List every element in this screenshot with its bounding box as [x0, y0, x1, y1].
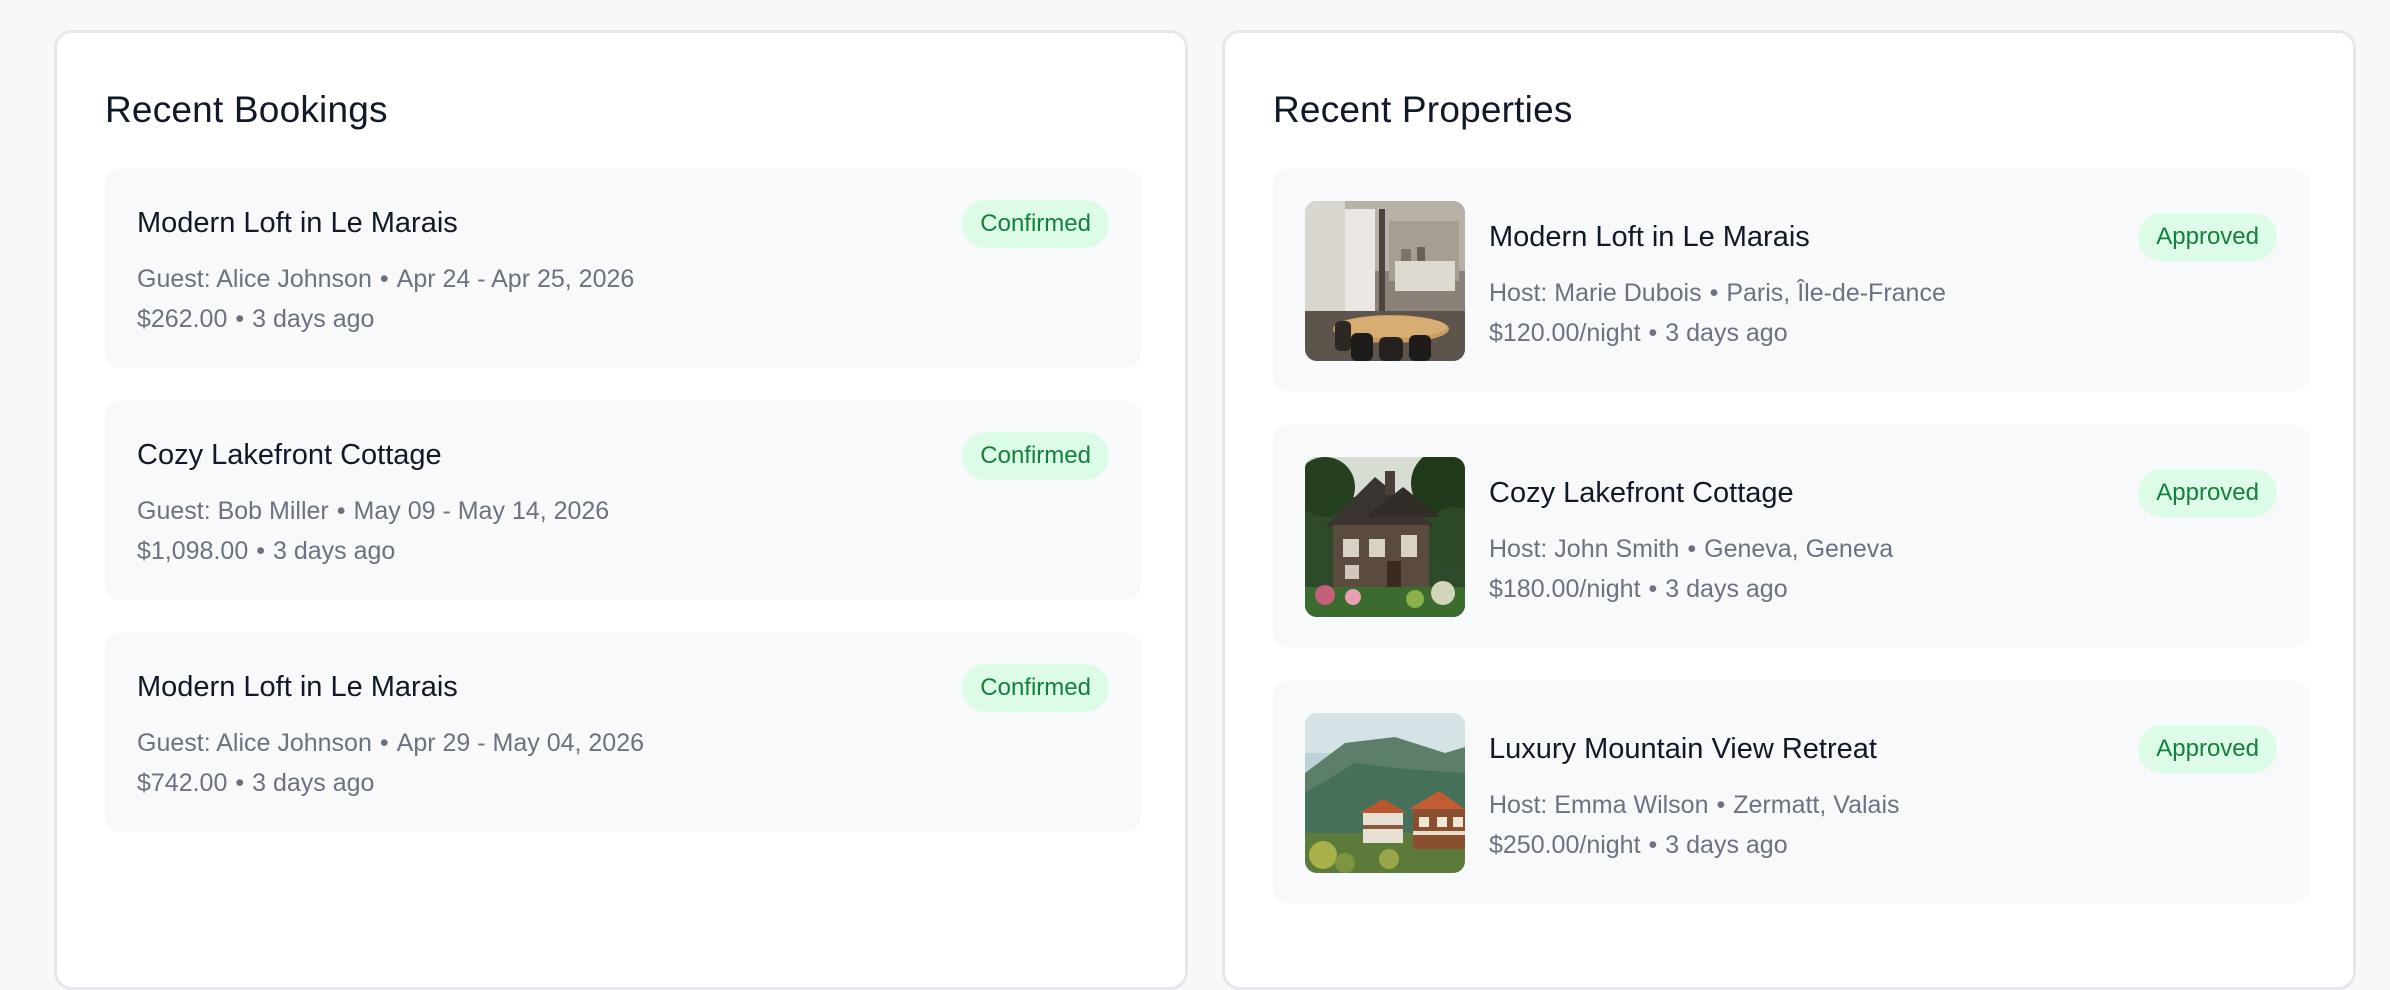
property-card[interactable]: Luxury Mountain View Retreat Approved Ho…	[1273, 681, 2309, 903]
stone-cottage-photo	[1305, 457, 1465, 617]
property-price-time: $180.00/night • 3 days ago	[1489, 575, 1788, 604]
separator: •	[1648, 831, 1658, 859]
property-location: Geneva, Geneva	[1704, 535, 1894, 563]
separator: •	[235, 769, 245, 797]
property-host-location: Host: John Smith • Geneva, Geneva	[1489, 535, 1893, 564]
separator: •	[336, 497, 346, 525]
property-name: Modern Loft in Le Marais	[1489, 221, 1810, 253]
booking-price-time: $1,098.00 • 3 days ago	[137, 537, 395, 566]
status-badge: Approved	[2138, 469, 2277, 517]
separator: •	[235, 305, 245, 333]
status-badge: Confirmed	[962, 664, 1109, 712]
booking-card[interactable]: Modern Loft in Le Marais Confirmed Guest…	[105, 633, 1141, 832]
loft-interior-photo	[1305, 201, 1465, 361]
separator: •	[1709, 279, 1719, 307]
property-price-time: $120.00/night • 3 days ago	[1489, 319, 1788, 348]
property-card[interactable]: Modern Loft in Le Marais Approved Host: …	[1273, 169, 2309, 391]
booking-card[interactable]: Cozy Lakefront Cottage Confirmed Guest: …	[105, 401, 1141, 600]
separator: •	[379, 265, 389, 293]
booking-property-name: Modern Loft in Le Marais	[137, 207, 458, 239]
property-time-ago: 3 days ago	[1665, 319, 1788, 347]
status-badge: Confirmed	[962, 432, 1109, 480]
property-host: Host: Marie Dubois	[1489, 279, 1702, 307]
property-name: Cozy Lakefront Cottage	[1489, 477, 1794, 509]
booking-price-time: $262.00 • 3 days ago	[137, 305, 374, 334]
booking-time-ago: 3 days ago	[252, 305, 375, 333]
booking-guest: Guest: Bob Miller	[137, 497, 329, 525]
mountain-chalet-photo	[1305, 713, 1465, 873]
booking-guest-dates: Guest: Alice Johnson • Apr 29 - May 04, 20…	[137, 729, 644, 758]
separator: •	[1648, 575, 1658, 603]
separator: •	[1687, 535, 1697, 563]
property-price: $250.00/night	[1489, 831, 1641, 859]
booking-price-time: $742.00 • 3 days ago	[137, 769, 374, 798]
property-host-location: Host: Marie Dubois • Paris, Île-de-France	[1489, 279, 1946, 308]
booking-dates: May 09 - May 14, 2026	[353, 497, 610, 525]
property-time-ago: 3 days ago	[1665, 831, 1788, 859]
property-price: $120.00/night	[1489, 319, 1641, 347]
property-time-ago: 3 days ago	[1665, 575, 1788, 603]
booking-guest-dates: Guest: Bob Miller • May 09 - May 14, 2026	[137, 497, 609, 526]
property-host-location: Host: Emma Wilson • Zermatt, Valais	[1489, 791, 1900, 820]
property-location: Zermatt, Valais	[1733, 791, 1900, 819]
property-location: Paris, Île-de-France	[1726, 279, 1946, 307]
booking-guest: Guest: Alice Johnson	[137, 729, 372, 757]
status-badge: Confirmed	[962, 200, 1109, 248]
booking-price: $1,098.00	[137, 537, 249, 565]
separator: •	[1648, 319, 1658, 347]
status-badge: Approved	[2138, 725, 2277, 773]
status-badge: Approved	[2138, 213, 2277, 261]
loft-interior-image	[1305, 201, 1465, 361]
recent-bookings-title: Recent Bookings	[105, 89, 388, 130]
recent-properties-panel: Recent Properties Modern Loft in Le Mara…	[1222, 30, 2356, 990]
property-name: Luxury Mountain View Retreat	[1489, 733, 1877, 765]
booking-price: $262.00	[137, 305, 228, 333]
booking-dates: Apr 24 - Apr 25, 2026	[396, 265, 635, 293]
booking-property-name: Cozy Lakefront Cottage	[137, 439, 442, 471]
booking-time-ago: 3 days ago	[252, 769, 375, 797]
separator: •	[1716, 791, 1726, 819]
property-price-time: $250.00/night • 3 days ago	[1489, 831, 1788, 860]
booking-dates: Apr 29 - May 04, 2026	[396, 729, 645, 757]
property-host: Host: John Smith	[1489, 535, 1680, 563]
booking-property-name: Modern Loft in Le Marais	[137, 671, 458, 703]
property-price: $180.00/night	[1489, 575, 1641, 603]
property-card[interactable]: Cozy Lakefront Cottage Approved Host: Jo…	[1273, 425, 2309, 647]
booking-price: $742.00	[137, 769, 228, 797]
booking-card[interactable]: Modern Loft in Le Marais Confirmed Guest…	[105, 169, 1141, 368]
separator: •	[379, 729, 389, 757]
recent-bookings-panel: Recent Bookings Modern Loft in Le Marais…	[54, 30, 1188, 990]
mountain-chalet-image	[1305, 713, 1465, 873]
booking-guest-dates: Guest: Alice Johnson • Apr 24 - Apr 25, 20…	[137, 265, 634, 294]
booking-time-ago: 3 days ago	[272, 537, 396, 565]
stone-cottage-image	[1305, 457, 1465, 617]
booking-guest: Guest: Alice Johnson	[137, 265, 372, 293]
separator: •	[256, 537, 265, 565]
property-host: Host: Emma Wilson	[1489, 791, 1709, 819]
recent-properties-title: Recent Properties	[1273, 89, 1573, 130]
